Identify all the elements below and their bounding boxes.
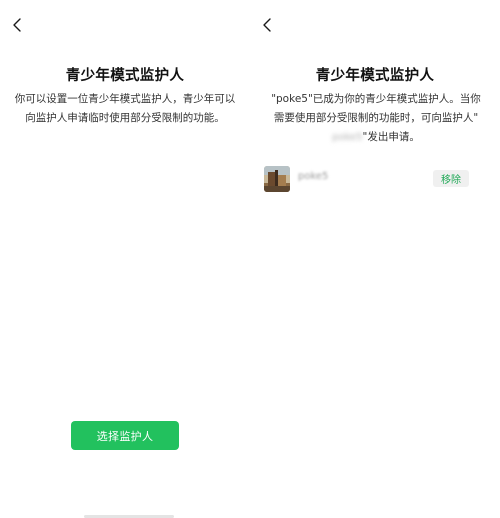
- guardian-set-screen: 青少年模式监护人 "poke5"已成为你的青少年模式监护人。当你需要使用部分受限…: [250, 0, 500, 518]
- page-description: "poke5"已成为你的青少年模式监护人。当你需要使用部分受限制的功能时，可向监…: [266, 90, 486, 147]
- select-guardian-button[interactable]: 选择监护人: [71, 421, 179, 450]
- guardian-name: poke5: [298, 171, 329, 182]
- chevron-left-icon: [263, 18, 271, 32]
- back-button[interactable]: [257, 14, 277, 36]
- remove-button[interactable]: 移除: [433, 170, 469, 187]
- guardian-list-item: poke5 移除: [262, 166, 488, 192]
- avatar: [264, 166, 290, 192]
- back-button[interactable]: [7, 14, 27, 36]
- chevron-left-icon: [13, 18, 21, 32]
- guardian-setup-screen: 青少年模式监护人 你可以设置一位青少年模式监护人，青少年可以向监护人申请临时使用…: [0, 0, 250, 518]
- blurred-guardian-name: poke5: [332, 132, 363, 143]
- page-description: 你可以设置一位青少年模式监护人，青少年可以向监护人申请临时使用部分受限制的功能。: [14, 93, 236, 124]
- description-text-2: "发出申请。: [362, 131, 420, 143]
- description-text-1: "poke5"已成为你的青少年模式监护人。当你需要使用部分受限制的功能时，可向监…: [271, 93, 481, 124]
- screen-comparison: 青少年模式监护人 你可以设置一位青少年模式监护人，青少年可以向监护人申请临时使用…: [0, 0, 500, 518]
- page-title: 青少年模式监护人: [315, 68, 435, 84]
- page-title: 青少年模式监护人: [65, 68, 185, 84]
